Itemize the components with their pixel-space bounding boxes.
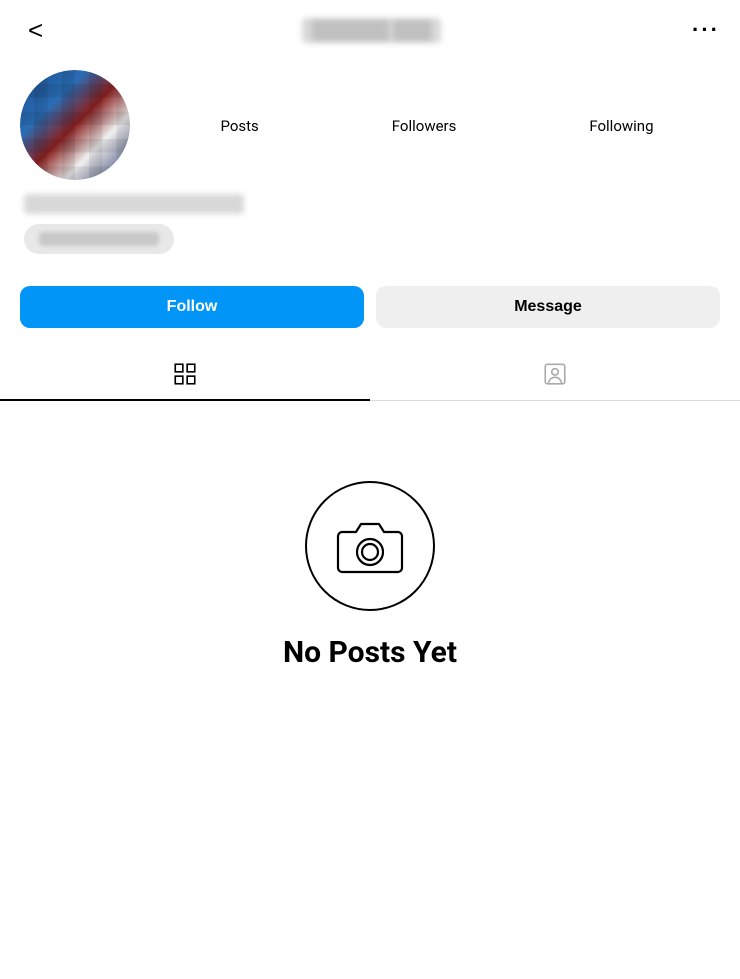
stat-posts[interactable]: Posts xyxy=(220,115,258,135)
tab-grid[interactable] xyxy=(0,348,370,400)
back-button[interactable]: < xyxy=(20,11,51,50)
username-title: ██████ ███ xyxy=(302,18,441,43)
action-buttons: Follow Message xyxy=(0,270,740,344)
tab-bar xyxy=(0,348,740,401)
following-label: Following xyxy=(589,117,653,135)
no-posts-title: No Posts Yet xyxy=(283,635,457,670)
message-button[interactable]: Message xyxy=(376,286,720,328)
bio-section xyxy=(20,194,720,254)
camera-circle xyxy=(305,481,435,611)
bio-tag-inner xyxy=(39,232,159,246)
stat-following[interactable]: Following xyxy=(589,115,653,135)
stat-followers[interactable]: Followers xyxy=(392,115,457,135)
empty-state: No Posts Yet xyxy=(0,401,740,710)
profile-info-row: Posts Followers Following xyxy=(20,70,720,180)
avatar-image xyxy=(20,70,130,180)
stats-container: Posts Followers Following xyxy=(154,115,720,135)
top-navigation: < ██████ ███ ··· xyxy=(0,0,740,60)
tab-tagged[interactable] xyxy=(370,348,740,400)
profile-section: Posts Followers Following xyxy=(0,60,740,270)
follow-button[interactable]: Follow xyxy=(20,286,364,328)
camera-icon xyxy=(336,516,404,576)
more-options-button[interactable]: ··· xyxy=(692,17,720,43)
followers-label: Followers xyxy=(392,117,457,135)
tagged-icon xyxy=(542,361,568,387)
grid-icon xyxy=(172,361,198,387)
bio-tag xyxy=(24,224,174,254)
avatar xyxy=(20,70,130,180)
bio-name xyxy=(24,194,244,214)
posts-label: Posts xyxy=(220,117,258,135)
